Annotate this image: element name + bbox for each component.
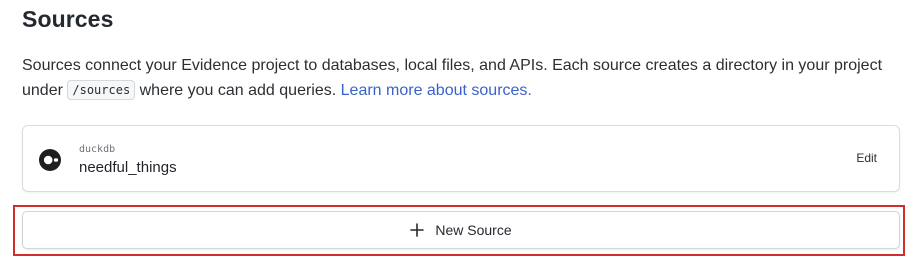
page-title: Sources <box>22 6 114 32</box>
sources-path-code: /sources <box>67 80 136 100</box>
source-name-label: needful_things <box>79 159 177 176</box>
description-text-end: where you can add queries. <box>135 82 341 99</box>
new-source-button[interactable]: New Source <box>22 211 900 249</box>
duckdb-icon <box>39 149 61 171</box>
source-card[interactable]: duckdb needful_things Edit <box>22 125 900 192</box>
plus-icon <box>410 223 425 237</box>
source-type-label: duckdb <box>79 144 116 155</box>
new-source-label: New Source <box>435 222 512 238</box>
sources-description: Sources connect your Evidence project to… <box>22 53 902 103</box>
edit-source-button[interactable]: Edit <box>856 151 877 165</box>
learn-more-link[interactable]: Learn more about sources. <box>341 82 532 99</box>
